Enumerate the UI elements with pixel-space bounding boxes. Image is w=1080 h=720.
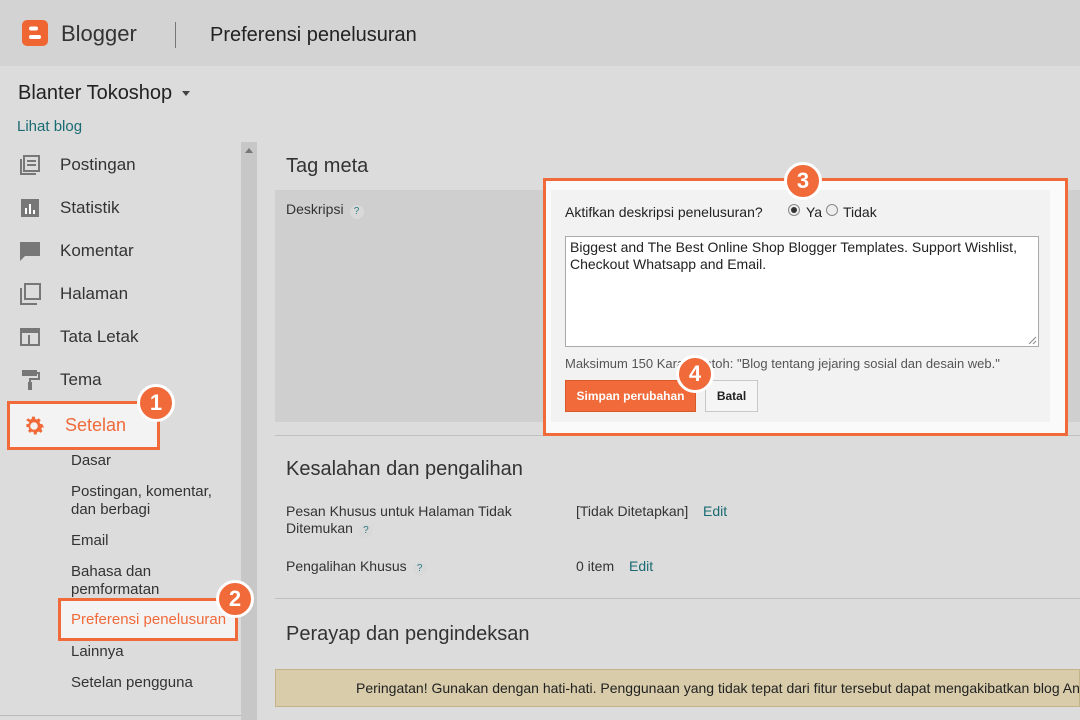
not-found-edit-link[interactable]: Edit xyxy=(703,503,727,519)
not-found-value: [Tidak Ditetapkan] xyxy=(576,503,689,519)
posts-icon xyxy=(20,155,40,175)
help-icon[interactable]: ? xyxy=(412,562,427,576)
stats-icon xyxy=(21,199,39,217)
gear-icon xyxy=(26,416,45,434)
sub-item-user-settings[interactable]: Setelan pengguna xyxy=(71,674,193,692)
blog-name: Blanter Tokoshop xyxy=(18,82,173,104)
sidebar-item-theme[interactable]: Tema xyxy=(18,365,102,395)
radio-no-label[interactable]: Tidak xyxy=(843,204,877,220)
sub-item-search-preferences[interactable]: Preferensi penelusuran xyxy=(58,598,238,641)
redirect-field-label: Pengalihan Khusus? xyxy=(286,558,427,576)
warning-banner: Peringatan! Gunakan dengan hati-hati. Pe… xyxy=(275,669,1080,707)
page-title: Preferensi penelusuran xyxy=(210,24,417,46)
pages-icon xyxy=(20,283,41,305)
blog-selector[interactable]: Blanter Tokoshop xyxy=(18,82,191,105)
description-textarea[interactable]: Biggest and The Best Online Shop Blogger… xyxy=(565,236,1039,347)
not-found-label: Pesan Khusus untuk Halaman Tidak Ditemuk… xyxy=(286,503,512,536)
radio-no[interactable] xyxy=(826,204,838,216)
sidebar-item-label: Setelan xyxy=(65,415,127,435)
description-field-label: Deskripsi? xyxy=(286,201,364,219)
paint-roller-icon xyxy=(22,370,40,390)
sub-item-language-formatting[interactable]: Bahasa dan pemformatan xyxy=(71,563,181,599)
header-divider xyxy=(175,22,176,48)
sidebar-item-stats[interactable]: Statistik xyxy=(18,193,120,223)
help-icon[interactable]: ? xyxy=(349,205,364,219)
layout-icon xyxy=(20,328,40,346)
callout-badge-3: 3 xyxy=(784,162,822,200)
sub-item-email[interactable]: Email xyxy=(71,532,109,550)
sidebar-item-layout[interactable]: Tata Letak xyxy=(18,322,138,352)
sidebar-item-posts[interactable]: Postingan xyxy=(18,150,136,180)
help-icon[interactable]: ? xyxy=(358,524,373,538)
redirect-edit-link[interactable]: Edit xyxy=(629,558,653,574)
description-hint: Maksimum 150 Kara Contoh: "Blog tentang … xyxy=(565,356,1000,371)
sidebar-item-label: Tema xyxy=(60,370,102,389)
sidebar-item-label: Halaman xyxy=(60,284,129,303)
enable-description-question: Aktifkan deskripsi penelusuran? xyxy=(565,204,763,220)
save-button[interactable]: Simpan perubahan xyxy=(565,380,696,412)
sidebar-item-label: Statistik xyxy=(60,198,120,217)
sidebar-item-label: Komentar xyxy=(60,241,134,260)
radio-yes-label[interactable]: Ya xyxy=(806,204,822,220)
errors-section-title: Kesalahan dan pengalihan xyxy=(286,458,523,480)
description-label: Deskripsi xyxy=(286,201,344,217)
top-bar: Blogger Preferensi penelusuran xyxy=(0,0,1080,66)
sidebar-item-label: Tata Letak xyxy=(60,327,139,346)
cancel-button[interactable]: Batal xyxy=(705,380,758,412)
sub-item-basic[interactable]: Dasar xyxy=(71,452,111,470)
redirect-value: 0 item xyxy=(576,558,615,574)
chevron-down-icon xyxy=(182,91,191,96)
comments-icon xyxy=(20,242,40,261)
crawl-section-title: Perayap dan pengindeksan xyxy=(286,623,530,645)
sidebar-item-label: Postingan xyxy=(60,155,136,174)
redirect-label: Pengalihan Khusus xyxy=(286,558,407,574)
sidebar-divider xyxy=(0,715,241,716)
meta-section-title: Tag meta xyxy=(286,155,369,177)
callout-badge-4: 4 xyxy=(676,355,714,393)
sidebar-item-pages[interactable]: Halaman xyxy=(18,279,128,309)
warning-text: Peringatan! Gunakan dengan hati-hati. Pe… xyxy=(356,680,1080,696)
scroll-up-icon[interactable] xyxy=(245,148,253,153)
sub-item-posts-comments-sharing[interactable]: Postingan, komentar, dan berbagi xyxy=(71,483,231,519)
not-found-field-label: Pesan Khusus untuk Halaman Tidak Ditemuk… xyxy=(286,503,536,538)
blogger-logo-icon[interactable] xyxy=(22,20,48,46)
sub-item-label: Preferensi penelusuran xyxy=(71,611,227,628)
sub-item-other[interactable]: Lainnya xyxy=(71,643,124,661)
sidebar-item-comments[interactable]: Komentar xyxy=(18,236,134,266)
app-name[interactable]: Blogger xyxy=(61,21,137,47)
resize-handle-icon[interactable] xyxy=(1028,336,1037,345)
section-divider xyxy=(275,598,1080,599)
sidebar-scrollbar[interactable] xyxy=(241,142,257,720)
view-blog-link[interactable]: Lihat blog xyxy=(17,118,82,135)
callout-badge-1: 1 xyxy=(137,384,175,422)
radio-yes[interactable] xyxy=(788,204,800,216)
callout-badge-2: 2 xyxy=(216,580,254,618)
